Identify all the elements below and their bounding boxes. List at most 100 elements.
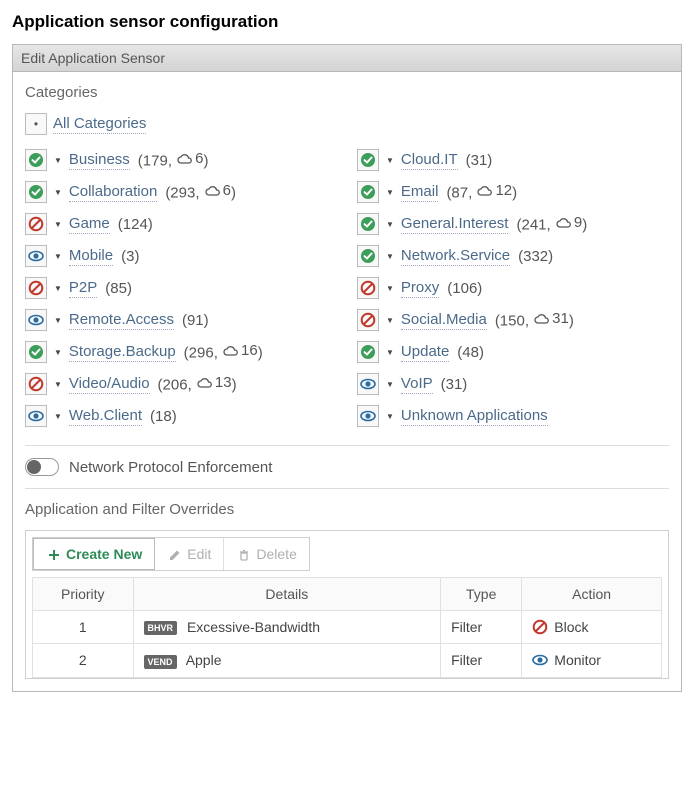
chevron-down-icon[interactable]: ▼ <box>51 252 65 261</box>
category-status-dropdown[interactable] <box>25 213 47 235</box>
chevron-down-icon[interactable]: ▼ <box>51 188 65 197</box>
chevron-down-icon[interactable]: ▼ <box>383 348 397 357</box>
category-link[interactable]: Web.Client <box>69 407 142 426</box>
overrides-toolbar: Create New Edit Delete <box>32 537 310 571</box>
category-status-dropdown[interactable] <box>25 341 47 363</box>
category-link[interactable]: VoIP <box>401 375 433 394</box>
category-status-dropdown[interactable] <box>357 405 379 427</box>
chevron-down-icon[interactable]: ▼ <box>383 412 397 421</box>
category-count: (85) <box>105 280 132 297</box>
network-protocol-toggle[interactable] <box>25 458 59 476</box>
category-link[interactable]: Remote.Access <box>69 311 174 330</box>
category-count: (3) <box>121 248 139 265</box>
edit-sensor-panel: Edit Application Sensor Categories • All… <box>12 44 682 692</box>
category-item: ▼ Proxy (106) <box>357 277 669 299</box>
category-item: ▼ Email (87, 12) <box>357 181 669 203</box>
cell-type: Filter <box>441 644 522 677</box>
category-link[interactable]: Game <box>69 215 110 234</box>
eye-icon <box>28 408 44 424</box>
block-icon <box>28 216 44 232</box>
category-link[interactable]: P2P <box>69 279 97 298</box>
category-link[interactable]: Collaboration <box>69 183 157 202</box>
chevron-down-icon[interactable]: ▼ <box>383 220 397 229</box>
chevron-down-icon[interactable]: ▼ <box>51 348 65 357</box>
eye-icon <box>28 312 44 328</box>
edit-label: Edit <box>187 546 211 562</box>
category-status-dropdown[interactable] <box>25 309 47 331</box>
category-count: (332) <box>518 248 553 265</box>
edit-button[interactable]: Edit <box>155 538 224 570</box>
category-link[interactable]: Storage.Backup <box>69 343 176 362</box>
table-row[interactable]: 1 BHVR Excessive-Bandwidth Filter Block <box>33 611 662 644</box>
category-status-dropdown[interactable] <box>357 341 379 363</box>
chevron-down-icon[interactable]: ▼ <box>383 380 397 389</box>
col-type[interactable]: Type <box>441 578 522 611</box>
chevron-down-icon[interactable]: ▼ <box>383 156 397 165</box>
action-text: Monitor <box>554 652 601 668</box>
check-circle-icon <box>360 344 376 360</box>
category-link[interactable]: Email <box>401 183 439 202</box>
chevron-down-icon[interactable]: ▼ <box>51 380 65 389</box>
category-count: (87, 12) <box>446 182 517 202</box>
category-status-dropdown[interactable] <box>25 405 47 427</box>
category-link[interactable]: Video/Audio <box>69 375 150 394</box>
category-link[interactable]: Social.Media <box>401 311 487 330</box>
category-status-dropdown[interactable] <box>25 373 47 395</box>
cell-action: Block <box>522 611 662 644</box>
category-status-dropdown[interactable] <box>25 149 47 171</box>
all-categories-status-dropdown[interactable]: • <box>25 113 47 135</box>
chevron-down-icon[interactable]: ▼ <box>51 284 65 293</box>
category-link[interactable]: Update <box>401 343 449 362</box>
check-circle-icon <box>360 152 376 168</box>
check-circle-icon <box>28 152 44 168</box>
category-status-dropdown[interactable] <box>357 181 379 203</box>
chevron-down-icon[interactable]: ▼ <box>51 220 65 229</box>
check-circle-icon <box>28 184 44 200</box>
category-count: (48) <box>457 344 484 361</box>
category-status-dropdown[interactable] <box>25 245 47 267</box>
all-categories-link[interactable]: All Categories <box>53 115 146 134</box>
eye-icon <box>532 652 548 668</box>
delete-button[interactable]: Delete <box>224 538 308 570</box>
category-count: (150, 31) <box>495 310 574 330</box>
category-link[interactable]: Unknown Applications <box>401 407 548 426</box>
col-priority[interactable]: Priority <box>33 578 134 611</box>
cloud-icon <box>196 376 212 390</box>
create-new-button[interactable]: Create New <box>33 538 155 570</box>
category-link[interactable]: General.Interest <box>401 215 509 234</box>
chevron-down-icon[interactable]: ▼ <box>51 412 65 421</box>
cell-priority: 2 <box>33 644 134 677</box>
block-icon <box>532 619 548 635</box>
category-item: ▼ P2P (85) <box>25 277 337 299</box>
chevron-down-icon[interactable]: ▼ <box>383 284 397 293</box>
chevron-down-icon[interactable]: ▼ <box>383 252 397 261</box>
category-link[interactable]: Proxy <box>401 279 439 298</box>
category-item: ▼ VoIP (31) <box>357 373 669 395</box>
trash-icon <box>236 547 250 561</box>
chevron-down-icon[interactable]: ▼ <box>51 156 65 165</box>
category-status-dropdown[interactable] <box>25 181 47 203</box>
category-status-dropdown[interactable] <box>357 213 379 235</box>
col-details[interactable]: Details <box>133 578 441 611</box>
chevron-down-icon[interactable]: ▼ <box>383 316 397 325</box>
detail-tag: BHVR <box>144 621 178 635</box>
category-item: ▼ Network.Service (332) <box>357 245 669 267</box>
category-item: ▼ Business (179, 6) <box>25 149 337 171</box>
chevron-down-icon[interactable]: ▼ <box>51 316 65 325</box>
cloud-icon <box>555 216 571 230</box>
category-status-dropdown[interactable] <box>357 309 379 331</box>
cloud-icon <box>204 184 220 198</box>
category-status-dropdown[interactable] <box>357 373 379 395</box>
category-status-dropdown[interactable] <box>357 277 379 299</box>
col-action[interactable]: Action <box>522 578 662 611</box>
category-link[interactable]: Mobile <box>69 247 113 266</box>
category-link[interactable]: Network.Service <box>401 247 510 266</box>
table-row[interactable]: 2 VEND Apple Filter Monitor <box>33 644 662 677</box>
category-status-dropdown[interactable] <box>357 245 379 267</box>
chevron-down-icon[interactable]: ▼ <box>383 188 397 197</box>
category-status-dropdown[interactable] <box>25 277 47 299</box>
category-status-dropdown[interactable] <box>357 149 379 171</box>
category-link[interactable]: Cloud.IT <box>401 151 458 170</box>
toggle-knob <box>27 460 41 474</box>
category-link[interactable]: Business <box>69 151 130 170</box>
